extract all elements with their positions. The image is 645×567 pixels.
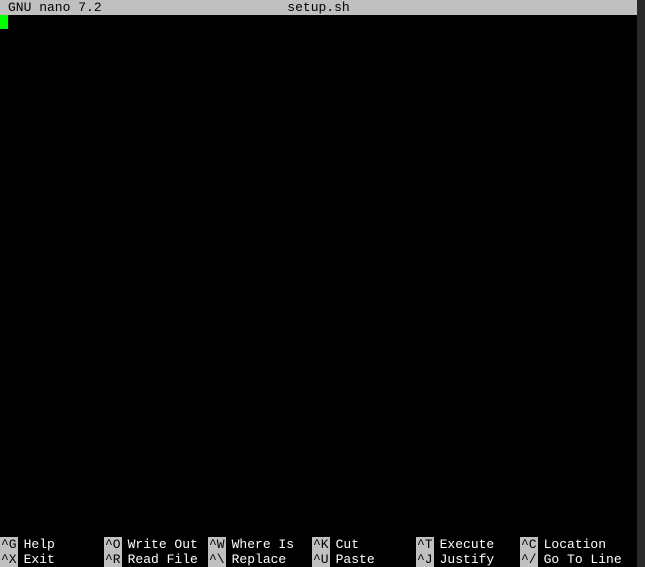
shortcut-replace[interactable]: ^\ Replace [208,552,312,567]
shortcut-where-is[interactable]: ^W Where Is [208,537,312,552]
key-label: ^\ [208,552,226,567]
key-label: ^R [104,552,122,567]
action-label: Write Out [122,537,198,552]
key-label: ^J [416,552,434,567]
key-label: ^C [520,537,538,552]
shortcut-read-file[interactable]: ^R Read File [104,552,208,567]
help-row-2: ^X Exit ^R Read File ^\ Replace ^U Paste… [0,552,637,567]
shortcut-write-out[interactable]: ^O Write Out [104,537,208,552]
shortcut-cut[interactable]: ^K Cut [312,537,416,552]
editor-area[interactable] [0,15,637,537]
app-name: GNU nano 7.2 [8,0,102,15]
titlebar: GNU nano 7.2 setup.sh [0,0,637,15]
scrollbar[interactable] [637,0,645,567]
action-label: Location [538,537,606,552]
key-label: ^/ [520,552,538,567]
shortcut-location[interactable]: ^C Location [520,537,624,552]
key-label: ^U [312,552,330,567]
key-label: ^T [416,537,434,552]
help-bar: ^G Help ^O Write Out ^W Where Is ^K Cut … [0,537,637,567]
key-label: ^K [312,537,330,552]
action-label: Justify [434,552,495,567]
text-cursor [0,15,8,29]
action-label: Cut [330,537,359,552]
action-label: Go To Line [538,552,622,567]
filename: setup.sh [287,0,349,15]
action-label: Where Is [226,537,294,552]
shortcut-exit[interactable]: ^X Exit [0,552,104,567]
action-label: Help [18,537,55,552]
shortcut-paste[interactable]: ^U Paste [312,552,416,567]
shortcut-justify[interactable]: ^J Justify [416,552,520,567]
shortcut-help[interactable]: ^G Help [0,537,104,552]
key-label: ^G [0,537,18,552]
help-row-1: ^G Help ^O Write Out ^W Where Is ^K Cut … [0,537,637,552]
action-label: Read File [122,552,198,567]
action-label: Paste [330,552,375,567]
key-label: ^X [0,552,18,567]
action-label: Replace [226,552,287,567]
shortcut-execute[interactable]: ^T Execute [416,537,520,552]
action-label: Execute [434,537,495,552]
key-label: ^W [208,537,226,552]
shortcut-go-to-line[interactable]: ^/ Go To Line [520,552,624,567]
key-label: ^O [104,537,122,552]
action-label: Exit [18,552,55,567]
